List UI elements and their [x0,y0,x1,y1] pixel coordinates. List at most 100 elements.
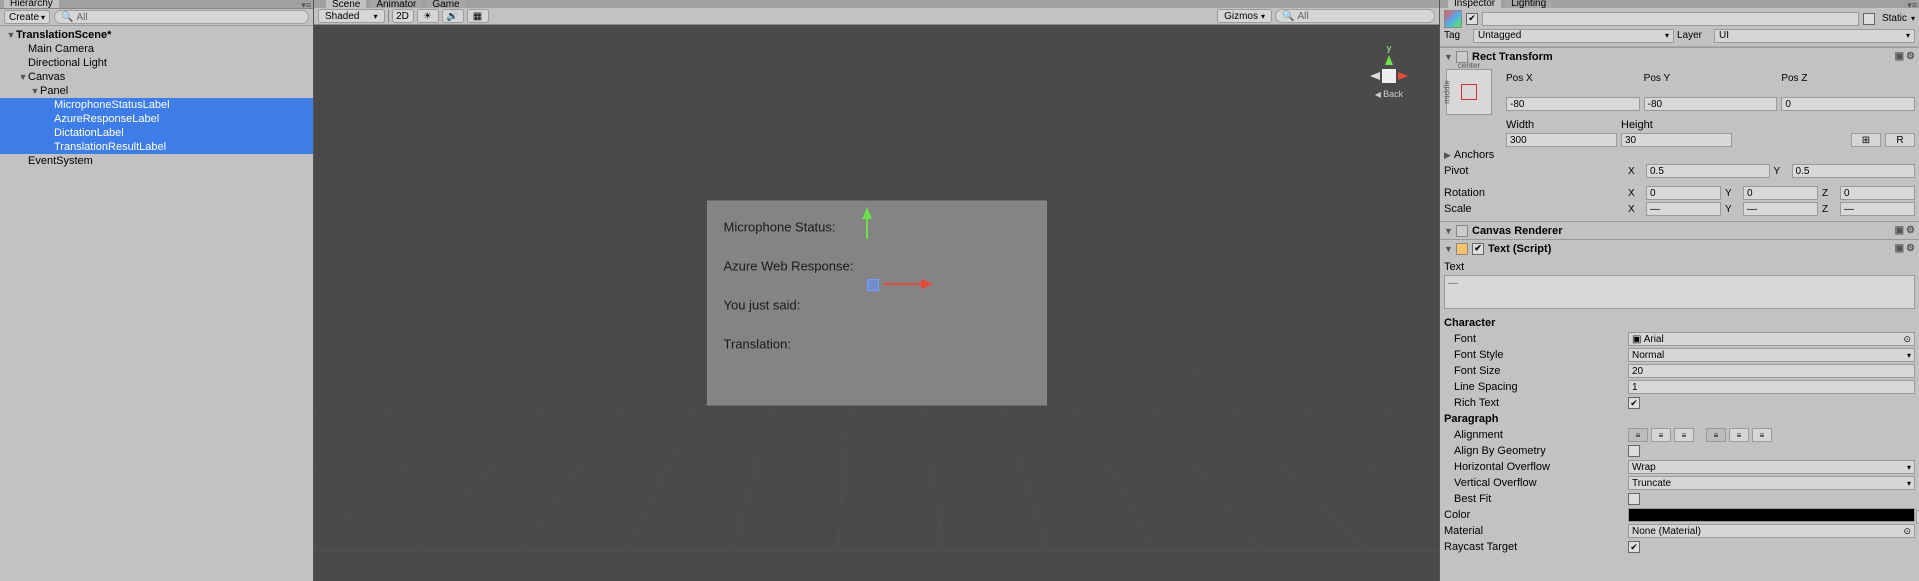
h-overflow-dropdown[interactable]: Wrap▾ [1628,460,1915,474]
color-field[interactable] [1628,508,1915,522]
fold-icon[interactable]: ▼ [1444,226,1452,236]
search-icon: 🔍 [61,12,73,23]
hierarchy-tabstrip: Hierarchy ▾≡ [0,0,313,9]
tree-item[interactable]: Canvas [0,70,313,84]
raw-edit-button[interactable]: R [1885,133,1915,147]
rich-text-checkbox[interactable] [1628,397,1640,409]
layer-dropdown[interactable]: UI▾ [1714,29,1915,43]
light-toggle[interactable]: ☀ [417,9,439,23]
tree-item[interactable]: Panel [0,84,313,98]
static-checkbox[interactable] [1863,13,1875,25]
text-component-icon [1456,243,1468,255]
gear-icon[interactable]: ⚙ [1906,225,1915,236]
gear-icon[interactable]: ⚙ [1906,51,1915,62]
material-field[interactable]: None (Material)⊙ [1628,524,1915,538]
audio-toggle[interactable]: 🔊 [442,9,464,23]
anchor-preset-button[interactable]: center middle [1446,69,1492,115]
rot-y-input[interactable] [1743,186,1818,200]
align-top-button[interactable]: ≡ [1706,428,1726,442]
gizmos-dropdown[interactable]: Gizmos ▾ [1217,9,1272,23]
posx-label: Pos X [1506,73,1640,84]
help-icon[interactable]: ▣ [1895,243,1904,254]
selection-handle[interactable] [867,279,879,291]
rect-transform-component: ▼ Rect Transform ▣⚙ center middle Pos X … [1440,47,1919,221]
search-icon: 🔍 [1282,11,1294,22]
tree-item[interactable]: EventSystem [0,154,313,168]
height-input[interactable] [1621,133,1732,147]
mode-2d-toggle[interactable]: 2D [392,9,414,23]
font-field[interactable]: ▣ Arial⊙ [1628,332,1915,346]
canvas-renderer-icon [1456,225,1468,237]
tree-item[interactable]: Directional Light [0,56,313,70]
hierarchy-tab[interactable]: Hierarchy [4,0,59,8]
hierarchy-tree[interactable]: TranslationScene* Main Camera Directiona… [0,26,313,581]
posy-label: Pos Y [1644,73,1778,84]
shading-dropdown[interactable]: Shaded ▾ [318,9,385,23]
v-overflow-dropdown[interactable]: Truncate▾ [1628,476,1915,490]
pivot-x-input[interactable] [1646,164,1770,178]
align-left-button[interactable]: ≡ [1628,428,1648,442]
scene-search[interactable]: 🔍All [1275,9,1435,23]
text-textarea[interactable]: — [1444,275,1915,309]
transform-gizmo-x[interactable] [921,279,933,289]
posx-input[interactable] [1506,97,1640,111]
scale-z-input[interactable] [1840,202,1915,216]
component-enable-checkbox[interactable] [1472,243,1484,255]
scale-y-input[interactable] [1743,202,1818,216]
fx-toggle[interactable]: ▦ [467,9,489,23]
lighting-tab[interactable]: Lighting [1505,0,1552,8]
axis-y-label: y [1359,43,1419,53]
tree-item-selected[interactable]: AzureResponseLabel [0,112,313,126]
best-fit-checkbox[interactable] [1628,493,1640,505]
height-label: Height [1621,119,1732,131]
align-geometry-checkbox[interactable] [1628,445,1640,457]
inspector-tab[interactable]: Inspector [1448,0,1501,8]
posz-input[interactable] [1781,97,1915,111]
orientation-gizmo[interactable]: y Back [1359,43,1419,123]
help-icon[interactable]: ▣ [1895,51,1904,62]
scene-root[interactable]: TranslationScene* [0,28,313,42]
fold-icon[interactable]: ▼ [1444,244,1452,254]
blueprint-button[interactable]: ⊞ [1851,133,1881,147]
back-button[interactable]: Back [1359,89,1419,99]
tree-item-selected[interactable]: TranslationResultLabel [0,140,313,154]
font-style-dropdown[interactable]: Normal▾ [1628,348,1915,362]
active-checkbox[interactable] [1466,13,1478,25]
panel-menu-icon[interactable]: ▾≡ [1907,0,1917,11]
gameobject-icon[interactable] [1444,10,1462,28]
inspector-tabstrip: Inspector Lighting ▾≡ [1440,0,1919,8]
create-dropdown[interactable]: Create ▾ [4,10,50,24]
gameobject-name-input[interactable] [1482,12,1859,26]
tag-dropdown[interactable]: Untagged▾ [1473,29,1674,43]
fold-icon[interactable]: ▼ [1444,52,1452,62]
canvas-panel-mock: Microphone Status: Azure Web Response: Y… [707,201,1047,406]
width-input[interactable] [1506,133,1617,147]
align-center-button[interactable]: ≡ [1651,428,1671,442]
rot-z-input[interactable] [1840,186,1915,200]
tree-item-selected[interactable]: DictationLabel [0,126,313,140]
scene-viewport[interactable]: Microphone Status: Azure Web Response: Y… [314,25,1439,581]
hierarchy-search[interactable]: 🔍All [54,10,309,24]
align-right-button[interactable]: ≡ [1674,428,1694,442]
gear-icon[interactable]: ⚙ [1906,243,1915,254]
align-bottom-button[interactable]: ≡ [1752,428,1772,442]
inspector-panel: Inspector Lighting ▾≡ Static ▾ Tag Untag… [1439,0,1919,581]
posy-input[interactable] [1644,97,1778,111]
pivot-y-input[interactable] [1792,164,1916,178]
raycast-checkbox[interactable] [1628,541,1640,553]
rot-x-input[interactable] [1646,186,1721,200]
line-spacing-input[interactable] [1628,380,1915,394]
scale-x-input[interactable] [1646,202,1721,216]
h-overflow-label: Horizontal Overflow [1444,461,1624,473]
anchors-foldout[interactable]: Anchors [1454,149,1494,161]
game-tab[interactable]: Game [426,0,465,8]
tree-item[interactable]: Main Camera [0,42,313,56]
scene-tab[interactable]: Scene [326,0,366,8]
rich-text-label: Rich Text [1444,397,1624,409]
tree-item-selected[interactable]: MicrophoneStatusLabel [0,98,313,112]
animator-tab[interactable]: Animator [370,0,422,8]
font-size-input[interactable] [1628,364,1915,378]
panel-menu-icon[interactable]: ▾≡ [301,0,311,11]
help-icon[interactable]: ▣ [1895,225,1904,236]
align-middle-button[interactable]: ≡ [1729,428,1749,442]
